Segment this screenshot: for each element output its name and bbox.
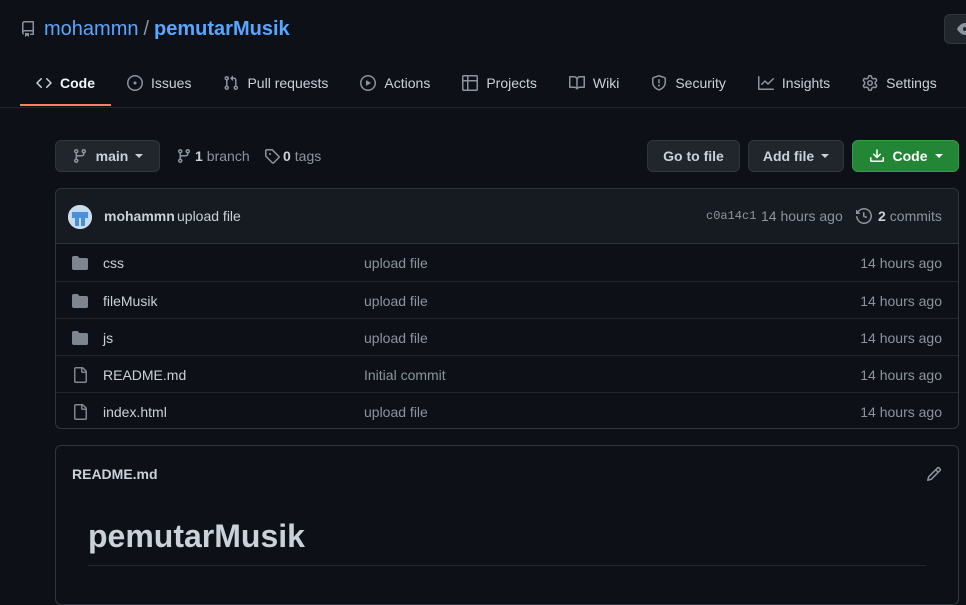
file-row-index-html[interactable]: index.html upload file 14 hours ago: [56, 392, 958, 428]
history-icon: [856, 208, 872, 224]
code-button[interactable]: Code: [852, 140, 959, 172]
commit-sha-link[interactable]: c0a14c1: [706, 209, 756, 223]
branch-label: branch: [206, 148, 250, 164]
repo-icon: [20, 21, 36, 37]
go-to-file-label: Go to file: [663, 148, 724, 164]
branches-link[interactable]: 1 branch: [176, 145, 250, 167]
tab-actions[interactable]: Actions: [344, 62, 446, 104]
file-name-link[interactable]: index.html: [103, 404, 167, 420]
file-row-filemusik[interactable]: fileMusik upload file 14 hours ago: [56, 281, 958, 318]
folder-icon: [72, 293, 88, 309]
file-browser: mohammn upload file c0a14c1 14 hours ago…: [55, 188, 959, 429]
file-commit-message-link[interactable]: upload file: [364, 330, 428, 346]
file-list: css upload file 14 hours ago fileMusik u…: [56, 244, 958, 428]
table-icon: [462, 75, 486, 91]
file-row-readme[interactable]: README.md Initial commit 14 hours ago: [56, 355, 958, 392]
play-icon: [360, 75, 384, 91]
git-branch-icon: [176, 148, 192, 164]
issue-opened-icon: [127, 75, 151, 91]
tab-security[interactable]: Security: [635, 62, 742, 104]
file-row-js[interactable]: js upload file 14 hours ago: [56, 318, 958, 355]
tag-label: tags: [294, 148, 322, 164]
caret-down-icon: [135, 154, 144, 158]
code-button-label: Code: [892, 148, 928, 164]
add-file-button[interactable]: Add file: [748, 140, 844, 172]
readme-heading-divider: [88, 565, 926, 566]
file-commit-time: 14 hours ago: [860, 404, 942, 420]
avatar[interactable]: [68, 205, 92, 229]
tab-label: Pull requests: [247, 75, 329, 91]
tab-wiki[interactable]: Wiki: [553, 62, 635, 104]
tab-issues[interactable]: Issues: [111, 62, 207, 104]
file-commit-message-link[interactable]: upload file: [364, 404, 428, 420]
repo-name-link[interactable]: pemutarMusik: [154, 18, 290, 41]
repo-separator: /: [143, 17, 150, 40]
code-icon: [36, 75, 60, 91]
file-icon: [72, 404, 88, 420]
book-icon: [568, 75, 593, 91]
git-pull-request-icon: [223, 75, 247, 91]
tab-label: Settings: [886, 75, 937, 91]
tag-count: 0: [283, 148, 291, 164]
tab-settings[interactable]: Settings: [846, 62, 953, 104]
commit-count: 2: [878, 208, 886, 224]
file-commit-time: 14 hours ago: [860, 293, 942, 309]
tab-insights[interactable]: Insights: [742, 62, 846, 104]
git-branch-icon: [72, 148, 88, 164]
tab-label: Wiki: [592, 75, 620, 91]
commit-message-link[interactable]: upload file: [177, 208, 241, 224]
file-row-css[interactable]: css upload file 14 hours ago: [56, 244, 958, 281]
tags-link[interactable]: 0 tags: [264, 145, 321, 167]
file-name-link[interactable]: js: [103, 330, 113, 346]
go-to-file-button[interactable]: Go to file: [647, 140, 740, 172]
file-name-link[interactable]: css: [103, 255, 124, 271]
tab-projects[interactable]: Projects: [446, 62, 553, 104]
file-commit-time: 14 hours ago: [860, 255, 942, 271]
caret-down-icon: [934, 154, 943, 158]
branch-select-button[interactable]: main: [55, 140, 160, 172]
pencil-icon[interactable]: [926, 466, 942, 482]
eye-icon: [957, 21, 966, 37]
commit-count-label: commits: [889, 208, 942, 224]
repo-owner-link[interactable]: mohammn: [44, 18, 138, 41]
file-name-link[interactable]: README.md: [103, 367, 186, 383]
tab-label: Insights: [781, 75, 831, 91]
tab-label: Actions: [384, 75, 431, 91]
tag-icon: [264, 148, 280, 164]
download-icon: [869, 148, 885, 164]
file-name-link[interactable]: fileMusik: [103, 293, 157, 309]
commits-history-link[interactable]: 2 commits: [856, 208, 942, 224]
caret-down-icon: [821, 154, 830, 158]
tab-pull-requests[interactable]: Pull requests: [207, 62, 344, 104]
commit-time: 14 hours ago: [761, 208, 843, 224]
file-icon: [72, 367, 88, 383]
branch-name: main: [95, 148, 129, 164]
readme-heading: pemutarMusik: [88, 518, 305, 554]
tabs-divider: [0, 107, 966, 108]
repo-nav-tabs: Code Issues Pull requests Actions Projec…: [20, 62, 953, 108]
gear-icon: [862, 75, 886, 91]
folder-icon: [72, 255, 88, 271]
commit-author-link[interactable]: mohammn: [104, 208, 175, 224]
folder-icon: [72, 330, 88, 346]
tab-code[interactable]: Code: [20, 62, 111, 106]
file-commit-message-link[interactable]: upload file: [364, 255, 428, 271]
shield-icon: [651, 75, 675, 91]
readme-filename[interactable]: README.md: [72, 466, 158, 482]
file-commit-time: 14 hours ago: [860, 367, 942, 383]
graph-icon: [757, 75, 782, 91]
tab-label: Projects: [486, 75, 537, 91]
file-commit-message-link[interactable]: Initial commit: [364, 367, 446, 383]
watch-button[interactable]: [944, 14, 966, 44]
tab-label: Code: [60, 75, 95, 91]
file-commit-message-link[interactable]: upload file: [364, 293, 428, 309]
repo-title: mohammn / pemutarMusik: [20, 14, 290, 44]
readme-panel: README.md pemutarMusik: [55, 445, 959, 605]
tab-label: Issues: [151, 75, 192, 91]
file-commit-time: 14 hours ago: [860, 330, 942, 346]
tab-label: Security: [675, 75, 726, 91]
latest-commit-bar: mohammn upload file c0a14c1 14 hours ago…: [56, 189, 958, 244]
add-file-label: Add file: [762, 148, 815, 164]
branch-count: 1: [195, 148, 203, 164]
